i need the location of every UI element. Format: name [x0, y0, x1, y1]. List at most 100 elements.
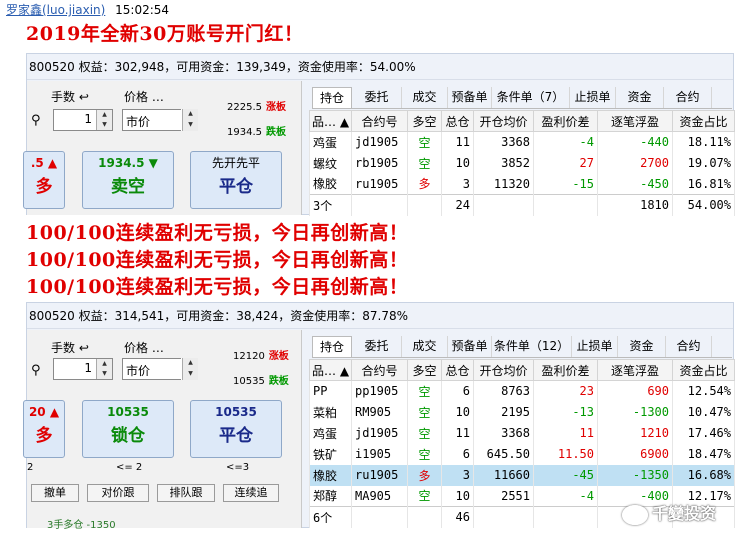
col-header-contract[interactable]: 合约号	[351, 110, 408, 132]
qty-down-arrow-icon[interactable]: ▼	[97, 369, 112, 379]
price-up-arrow-icon[interactable]: ▲	[183, 109, 198, 120]
cell-float-pnl: 1210	[597, 422, 673, 444]
tab-contracts[interactable]: 合约	[664, 87, 712, 108]
cell-avg-price: 2195	[473, 401, 534, 423]
buy-long-button[interactable]: .5 ▲ 多	[23, 151, 65, 209]
table-row[interactable]: 橡胶 ru1905 多 3 11320 -15 -450 16.81%	[309, 173, 735, 195]
qty-down-arrow-icon[interactable]: ▼	[97, 120, 112, 130]
col-header-margin-ratio[interactable]: 资金占比	[672, 359, 735, 381]
return-icon[interactable]: ↩	[79, 341, 89, 355]
qty-up-arrow-icon[interactable]: ▲	[97, 110, 112, 120]
cell-empty	[351, 506, 408, 528]
cell-direction: 空	[407, 152, 442, 174]
col-header-total-qty[interactable]: 总仓	[441, 359, 474, 381]
price-select[interactable]: 市价 ▲ ▼	[122, 358, 198, 380]
price-select[interactable]: 市价 ▲ ▼	[122, 109, 198, 131]
lock-position-button[interactable]: 10535 锁仓	[82, 400, 174, 458]
chat-message-header: 罗家鑫(luo.jiaxin) 15:02:54	[0, 0, 756, 20]
table-row[interactable]: 橡胶 ru1905 多 3 11660 -45 -1350 16.68%	[309, 464, 735, 486]
tab-stop-loss[interactable]: 止损单	[572, 336, 618, 357]
table-row[interactable]: 螺纹 rb1905 空 10 3852 27 2700 19.07%	[309, 152, 735, 174]
col-header-avg-price[interactable]: 开仓均价	[473, 110, 534, 132]
cell-contract: jd1905	[351, 422, 408, 444]
cell-total-qty: 6	[441, 380, 474, 402]
tab-conditional-orders[interactable]: 条件单（12）	[492, 336, 572, 357]
cell-spread: -4	[533, 485, 598, 507]
col-header-total-qty[interactable]: 总仓	[441, 110, 474, 132]
continuous-chase-button[interactable]: 连续追	[223, 484, 279, 502]
col-header-product[interactable]: 品… ▲	[309, 110, 352, 132]
table-total-row[interactable]: 3个 24 1810 54.00%	[309, 194, 735, 216]
cell-total-qty: 10	[441, 152, 474, 174]
cell-total-count: 6个	[309, 506, 352, 528]
cell-direction: 空	[407, 422, 442, 444]
tab-preset-orders[interactable]: 预备单	[448, 336, 492, 357]
qty-up-arrow-icon[interactable]: ▲	[97, 359, 112, 369]
search-icon[interactable]: ⚲	[31, 363, 41, 378]
tab-conditional-orders[interactable]: 条件单（7）	[492, 87, 570, 108]
price-up-arrow-icon[interactable]: ▲	[183, 358, 198, 369]
cell-avg-price: 2551	[473, 485, 534, 507]
col-header-contract[interactable]: 合约号	[351, 359, 408, 381]
col-header-product[interactable]: 品… ▲	[309, 359, 352, 381]
table-row[interactable]: 铁矿 i1905 空 6 645.50 11.50 6900 18.47%	[309, 443, 735, 465]
return-icon[interactable]: ↩	[79, 90, 89, 104]
wechat-logo-icon	[622, 504, 648, 525]
price-down-arrow-icon[interactable]: ▼	[183, 369, 198, 380]
col-header-spread[interactable]: 盈利价差	[533, 110, 598, 132]
cancel-order-button[interactable]: 撤单	[31, 484, 79, 502]
sender-name-link[interactable]: 罗家鑫(luo.jiaxin)	[6, 3, 105, 17]
cell-avg-price: 3368	[473, 422, 534, 444]
col-header-direction[interactable]: 多空	[407, 110, 442, 132]
col-header-direction[interactable]: 多空	[407, 359, 442, 381]
tab-stop-loss[interactable]: 止损单	[570, 87, 616, 108]
col-header-float-pnl[interactable]: 逐笔浮盈	[597, 110, 673, 132]
cell-margin-ratio: 18.47%	[672, 443, 735, 465]
buy-long-button[interactable]: 20 ▲ 多	[23, 400, 65, 458]
qty-stepper[interactable]: 1 ▲ ▼	[53, 109, 113, 131]
counter-price-follow-button[interactable]: 对价跟	[87, 484, 149, 502]
sell-short-button[interactable]: 1934.5 ▼ 卖空	[82, 151, 174, 209]
table-row[interactable]: PP pp1905 空 6 8763 23 690 12.54%	[309, 380, 735, 402]
tab-positions[interactable]: 持仓	[312, 336, 352, 357]
qty-label: 手数 ↩	[51, 90, 89, 104]
cell-total-ratio: 54.00%	[672, 194, 735, 216]
col-header-avg-price[interactable]: 开仓均价	[473, 359, 534, 381]
table-row[interactable]: 鸡蛋 jd1905 空 11 3368 11 1210 17.46%	[309, 422, 735, 444]
cell-empty	[407, 194, 442, 216]
table-row[interactable]: 菜粕 RM905 空 10 2195 -13 -1300 10.47%	[309, 401, 735, 423]
tab-positions[interactable]: 持仓	[312, 87, 352, 108]
search-icon[interactable]: ⚲	[31, 113, 41, 128]
qty-stepper[interactable]: 1 ▲ ▼	[53, 358, 113, 380]
tab-preset-orders[interactable]: 预备单	[448, 87, 492, 108]
cell-avg-price: 11320	[473, 173, 534, 195]
price-down-arrow-icon[interactable]: ▼	[183, 120, 198, 131]
col-header-margin-ratio[interactable]: 资金占比	[672, 110, 735, 132]
table-row[interactable]: 鸡蛋 jd1905 空 11 3368 -4 -440 18.11%	[309, 131, 735, 153]
cell-float-pnl: 6900	[597, 443, 673, 465]
tab-funds[interactable]: 资金	[618, 336, 666, 357]
tab-funds[interactable]: 资金	[616, 87, 664, 108]
queue-follow-button[interactable]: 排队跟	[157, 484, 215, 502]
close-position-button[interactable]: 先开先平 平仓	[190, 151, 282, 209]
cell-total-qty: 46	[441, 506, 474, 528]
tab-trades[interactable]: 成交	[402, 336, 448, 357]
col-header-float-pnl[interactable]: 逐笔浮盈	[597, 359, 673, 381]
cell-direction: 空	[407, 443, 442, 465]
cell-contract: i1905	[351, 443, 408, 465]
cell-margin-ratio: 16.81%	[672, 173, 735, 195]
cell-float-pnl: -440	[597, 131, 673, 153]
tab-orders[interactable]: 委托	[352, 87, 402, 108]
cell-float-pnl: 2700	[597, 152, 673, 174]
cell-direction: 空	[407, 401, 442, 423]
limit-down-price: 10535 跌板	[233, 376, 289, 387]
tab-orders[interactable]: 委托	[352, 336, 402, 357]
cell-direction: 多	[407, 173, 442, 195]
col-header-spread[interactable]: 盈利价差	[533, 359, 598, 381]
cell-empty	[351, 194, 408, 216]
tab-contracts[interactable]: 合约	[666, 336, 712, 357]
close-position-button[interactable]: 10535 平仓	[190, 400, 282, 458]
tab-trades[interactable]: 成交	[402, 87, 448, 108]
banner-claim-2: 100/100连续盈利无亏损，今日再创新高！	[26, 249, 409, 271]
cell-contract: ru1905	[351, 173, 408, 195]
